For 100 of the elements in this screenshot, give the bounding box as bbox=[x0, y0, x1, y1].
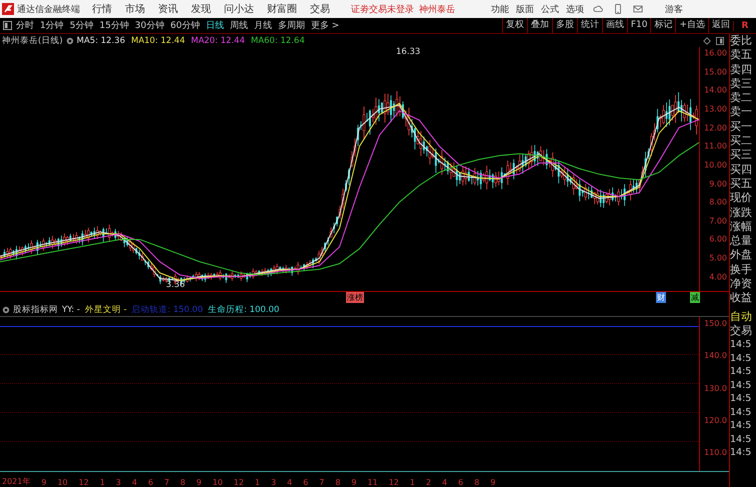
cloud-icon[interactable] bbox=[593, 4, 603, 14]
trade-tab[interactable]: 交易 bbox=[730, 324, 756, 338]
menu-item[interactable]: 公式 bbox=[541, 2, 559, 16]
quote-field-label: 收益 bbox=[730, 291, 753, 306]
menu-item[interactable]: 资讯 bbox=[158, 2, 178, 16]
axis-label: 4 bbox=[132, 478, 138, 487]
phone-icon[interactable] bbox=[613, 4, 623, 14]
toolbar-button[interactable]: 返回 bbox=[708, 18, 733, 33]
trade-time: 14:5 bbox=[730, 392, 752, 406]
period-tab[interactable]: 周线 bbox=[230, 19, 248, 32]
trade-time: 14:5 bbox=[730, 378, 752, 392]
quote-field-label: 买五 bbox=[730, 176, 753, 192]
trade-time: 14:5 bbox=[730, 432, 752, 446]
quote-field-label: 涨跌 bbox=[730, 206, 753, 220]
axis-label: 6 bbox=[458, 478, 464, 487]
period-tab[interactable]: 30分钟 bbox=[134, 19, 164, 32]
trade-time: 14:5 bbox=[730, 352, 752, 366]
axis-label: 2021年 bbox=[2, 476, 30, 487]
axis-label: 150.0 bbox=[704, 319, 727, 328]
quote-field-label: 委比 bbox=[730, 34, 753, 48]
user-label[interactable]: 游客 bbox=[665, 2, 683, 16]
axis-label: 4.00 bbox=[709, 272, 727, 282]
period-tab[interactable]: 5分钟 bbox=[70, 19, 94, 32]
axis-label: 14.00 bbox=[704, 86, 727, 95]
axis-label: 13.00 bbox=[704, 104, 727, 114]
toolbar-button[interactable]: 复权 bbox=[502, 18, 527, 33]
settings-icon[interactable] bbox=[2, 306, 10, 314]
period-tab[interactable]: 分时 bbox=[16, 19, 34, 32]
period-tab[interactable]: 日线 bbox=[206, 19, 224, 32]
toolbar-button[interactable]: F10 bbox=[626, 18, 650, 33]
settings-icon[interactable] bbox=[66, 36, 74, 44]
axis-label: 4 bbox=[442, 478, 448, 487]
event-tag[interactable]: 财 bbox=[656, 292, 666, 303]
quote-field-label: 买二 bbox=[730, 134, 753, 148]
envelope-icon[interactable] bbox=[633, 4, 643, 14]
axis-label: 9.00 bbox=[709, 179, 727, 188]
diamond-icon[interactable] bbox=[703, 36, 711, 44]
axis-label: 9 bbox=[490, 478, 496, 487]
toolbar-button[interactable]: 标记 bbox=[650, 18, 676, 33]
axis-label: 12 bbox=[388, 478, 399, 487]
toolbar-button[interactable]: 画线 bbox=[602, 18, 627, 33]
trade-time: 14:5 bbox=[730, 406, 752, 420]
period-tab[interactable]: 15分钟 bbox=[99, 19, 129, 32]
axis-label: 12.00 bbox=[704, 123, 727, 132]
login-status[interactable]: 证劵交易未登录 bbox=[351, 2, 414, 16]
indicator-name: 股标指标网 bbox=[13, 304, 58, 316]
toolbar-button[interactable]: 叠加 bbox=[526, 18, 552, 33]
axis-label: 140.0 bbox=[704, 351, 727, 360]
indicator-value: YY: - bbox=[62, 305, 80, 315]
axis-label: 9 bbox=[41, 478, 46, 487]
period-tab[interactable]: 月线 bbox=[254, 19, 272, 32]
app-title: 通达信金融终端 bbox=[17, 4, 80, 16]
menu-item[interactable]: 发现 bbox=[191, 2, 211, 16]
axis-label: 3 bbox=[270, 478, 276, 487]
menu-item[interactable]: 选项 bbox=[566, 2, 584, 16]
event-tag[interactable]: 涨榜 bbox=[346, 292, 364, 303]
period-tab[interactable]: 1分钟 bbox=[40, 19, 64, 32]
period-tab[interactable]: 更多 > bbox=[310, 19, 340, 32]
menu-item[interactable]: 财富圈 bbox=[267, 2, 297, 16]
panel-toggle-icon[interactable] bbox=[716, 36, 724, 44]
axis-label: 12 bbox=[234, 478, 244, 487]
period-tab[interactable]: 60分钟 bbox=[170, 19, 200, 32]
axis-label: 9 bbox=[196, 478, 202, 487]
axis-label: 11 bbox=[368, 478, 378, 487]
indicator-value: 外星文明 - bbox=[84, 304, 127, 316]
quote-field-label: 净资 bbox=[730, 277, 753, 292]
quote-field-label: 卖二 bbox=[730, 91, 753, 106]
toolbar-button[interactable]: 统计 bbox=[576, 18, 602, 33]
moving-average-label: MA20: 12.44 bbox=[190, 36, 245, 46]
axis-label: 10.00 bbox=[704, 160, 727, 170]
menu-item[interactable]: 市场 bbox=[125, 2, 145, 16]
quote-field-label: 总量 bbox=[730, 234, 753, 248]
menu-item[interactable]: 交易 bbox=[310, 2, 330, 16]
menu-item[interactable]: 功能 bbox=[491, 2, 509, 16]
axis-label: 16.00 bbox=[704, 48, 727, 58]
toolbar-button[interactable]: 多股 bbox=[552, 18, 577, 33]
menu-item[interactable]: 问小达 bbox=[224, 2, 254, 16]
axis-label: 6 bbox=[148, 478, 154, 487]
toolbar-button[interactable]: +自选 bbox=[675, 18, 708, 33]
high-price-label: 16.33 bbox=[396, 47, 420, 57]
quote-field-label: 卖一 bbox=[730, 105, 753, 120]
axis-label: 6.00 bbox=[709, 234, 727, 244]
quote-field-label: 外盘 bbox=[730, 248, 753, 263]
axis-label: 7.00 bbox=[709, 216, 727, 226]
quote-field-label: 买四 bbox=[730, 162, 753, 177]
trade-time: 14:5 bbox=[730, 338, 752, 352]
axis-label: 3 bbox=[116, 478, 122, 487]
quote-field-label: 卖四 bbox=[730, 62, 753, 77]
axis-label: 1 bbox=[100, 478, 105, 487]
menu-item[interactable]: 行情 bbox=[92, 2, 112, 16]
trade-tab[interactable]: 自动 bbox=[730, 310, 756, 324]
indicator-value: 生命历程: 100.00 bbox=[208, 304, 280, 316]
axis-label: 6 bbox=[303, 478, 308, 487]
period-tab[interactable]: 多周期 bbox=[278, 19, 305, 32]
panel-toggle-icon[interactable] bbox=[3, 21, 12, 30]
axis-label: 12 bbox=[78, 478, 89, 487]
event-tag[interactable]: 减 bbox=[690, 292, 700, 303]
menu-item[interactable]: 版面 bbox=[516, 2, 534, 16]
axis-label: 120.0 bbox=[704, 416, 727, 425]
axis-label: 8 bbox=[335, 478, 340, 487]
